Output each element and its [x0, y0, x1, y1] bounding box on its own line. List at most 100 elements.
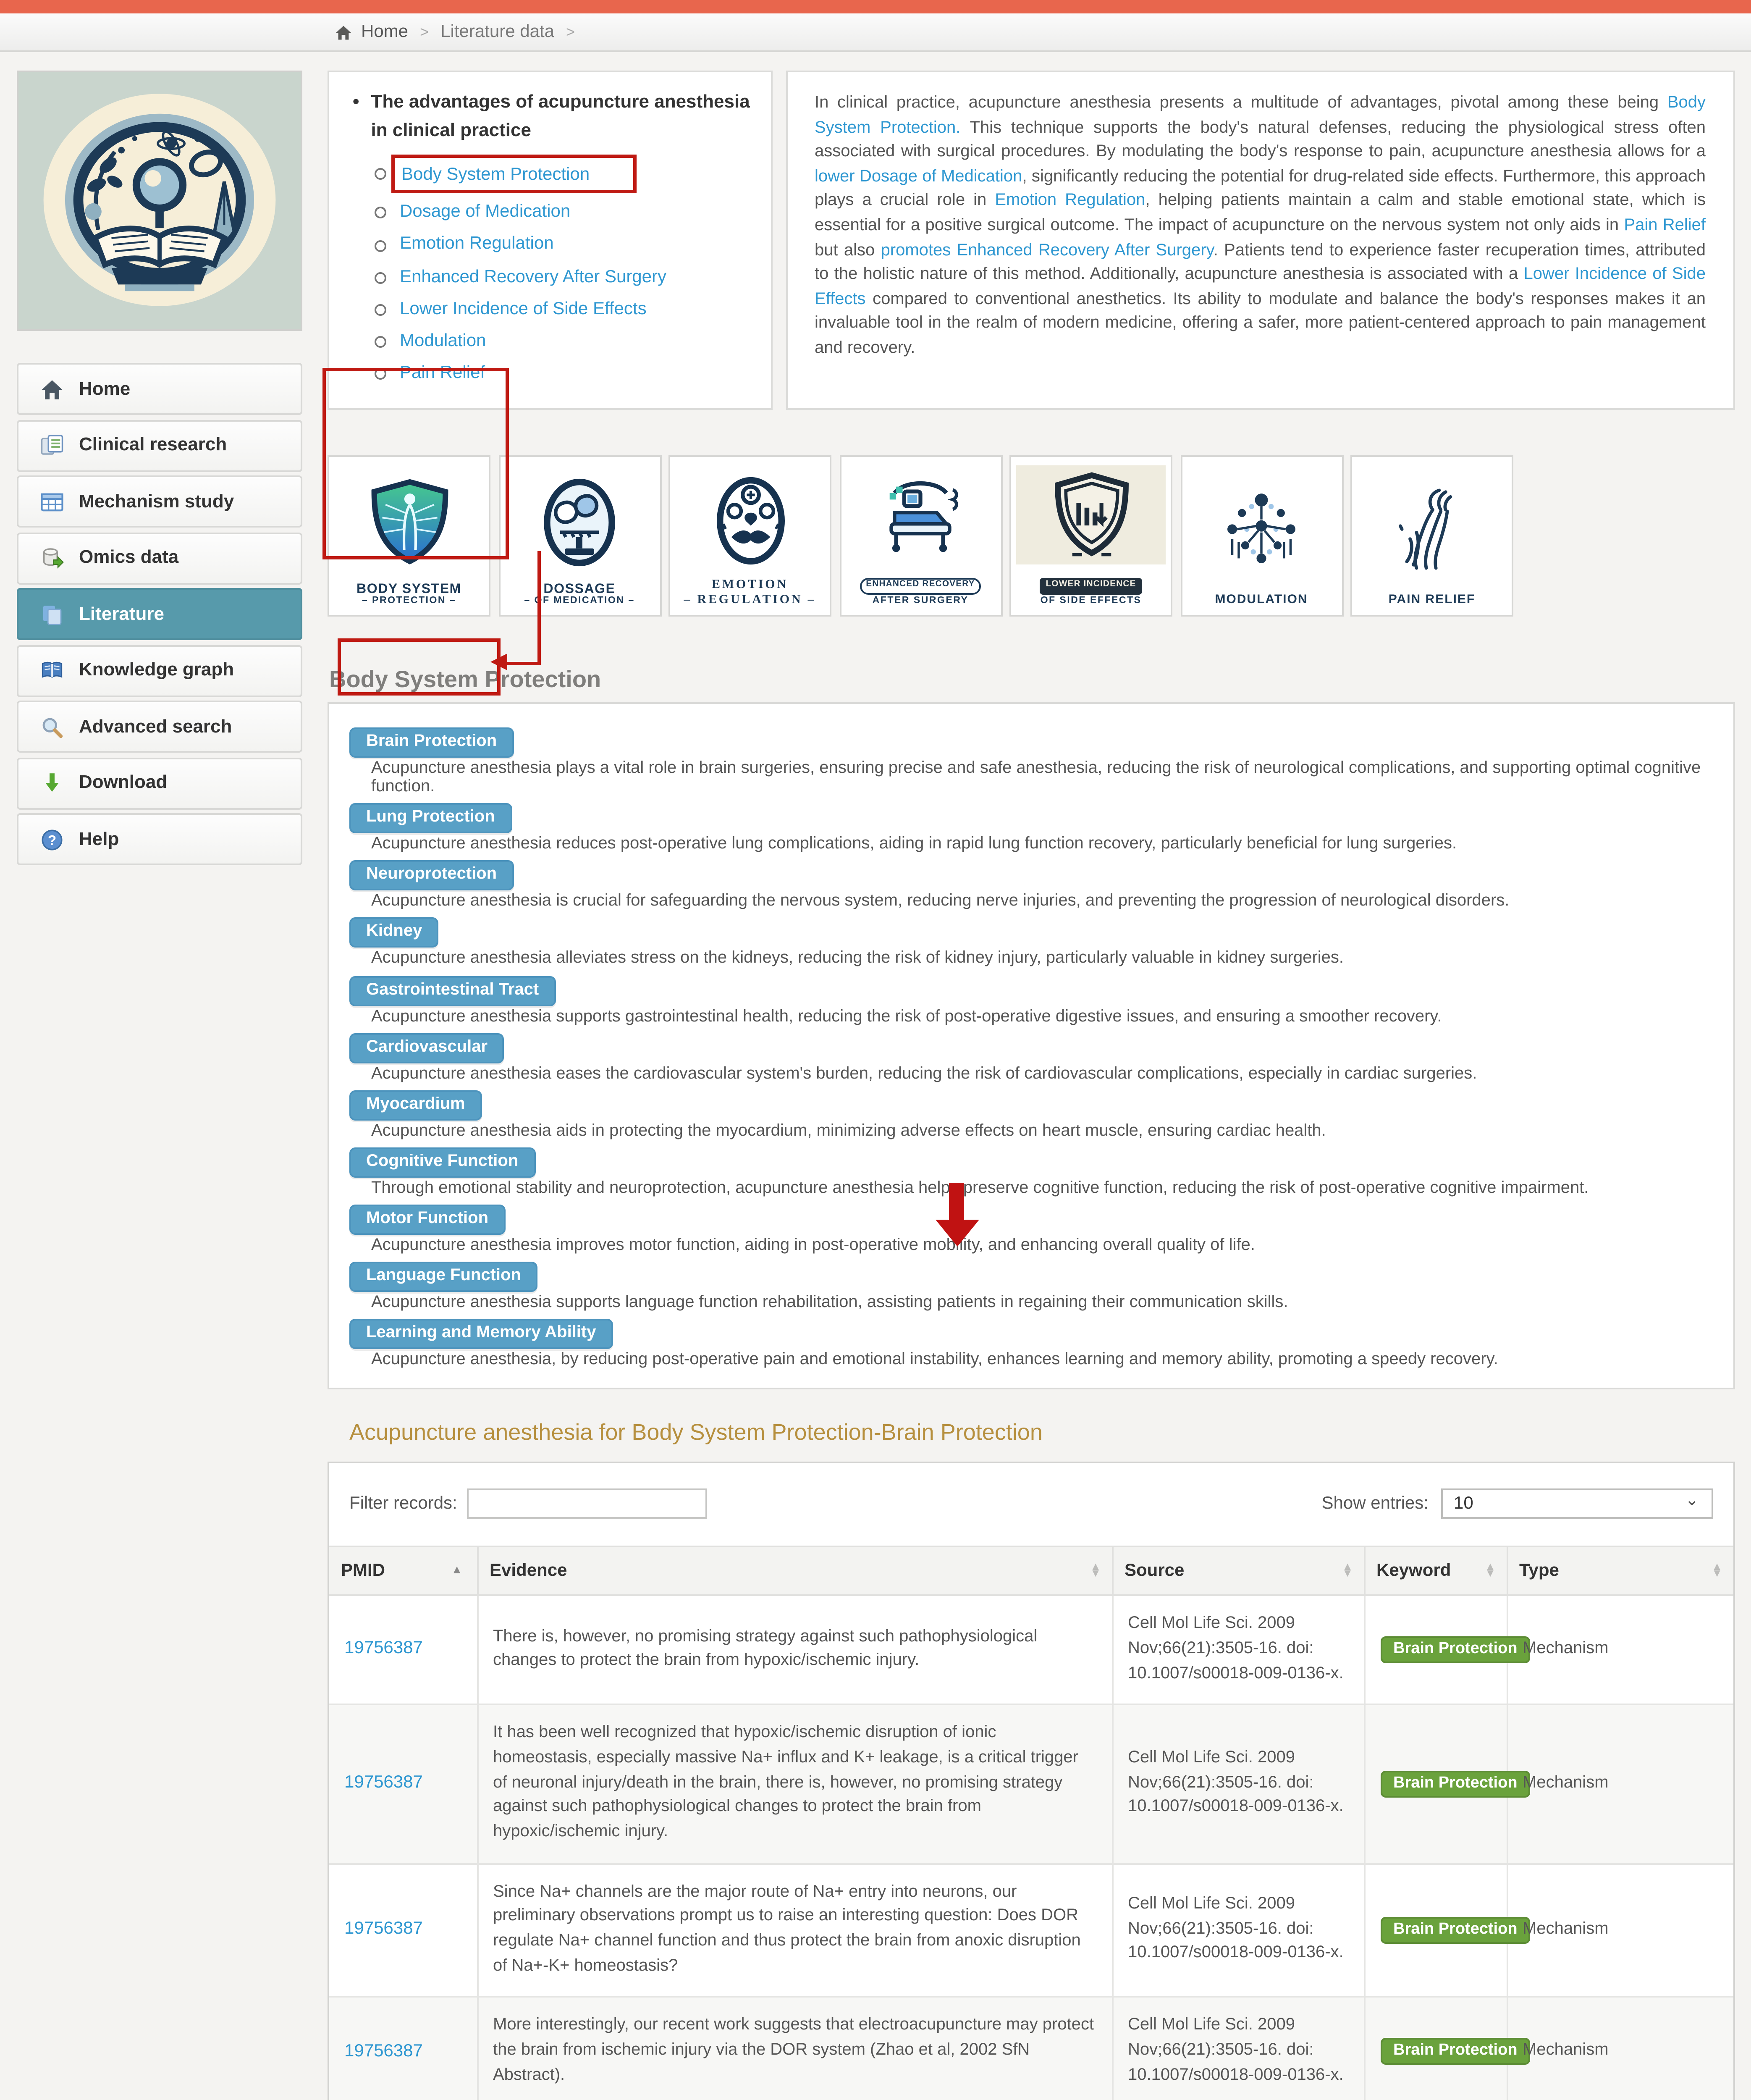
evidence-cell: More interestingly, our recent work sugg… [477, 1998, 1112, 2100]
column-header-label: Source [1125, 1561, 1184, 1581]
advantage-link-emotion-regulation[interactable]: Emotion Regulation [400, 233, 554, 258]
advantage-card-pain-relief[interactable]: PAIN RELIEF [1350, 454, 1513, 616]
sidebar-item-label: Clinical research [79, 435, 227, 455]
pill-scale-icon [505, 465, 654, 581]
advantage-link-row: Pain Relief [375, 362, 754, 387]
tag-button-kidney[interactable]: Kidney [349, 918, 439, 948]
literature-table-panel: Filter records: Show entries: 10 ⌄ PMID▲… [328, 1462, 1734, 2100]
advantage-card--of-medication-[interactable]: DOSSAGE– OF MEDICATION – [498, 454, 661, 616]
advantage-link-lower-incidence-of-side-effects[interactable]: Lower Incidence of Side Effects [400, 297, 647, 323]
pmid-link[interactable]: 19756387 [344, 1638, 423, 1659]
tag-button-neuroprotection[interactable]: Neuroprotection [349, 861, 514, 891]
tag-button-lung-protection[interactable]: Lung Protection [349, 803, 512, 834]
evidence-cell: There is, however, no promising strategy… [477, 1596, 1112, 1705]
advantage-card-after-surgery[interactable]: ENHANCED RECOVERYAFTER SURGERY [839, 454, 1002, 616]
column-header-type[interactable]: Type▲▼ [1507, 1547, 1733, 1596]
keyword-badge[interactable]: Brain Protection [1380, 1637, 1531, 1664]
sidebar-item-literature[interactable]: Literature [17, 588, 302, 640]
sidebar-item-download[interactable]: Download [17, 757, 302, 809]
sidebar-item-mechanism-study[interactable]: Mechanism study [17, 475, 302, 528]
tag-description: Acupuncture anesthesia plays a vital rol… [371, 759, 1712, 798]
advantage-link-row: Enhanced Recovery After Surgery [375, 265, 754, 291]
column-header-label: Type [1519, 1561, 1559, 1581]
advantage-link-pain-relief[interactable]: Pain Relief [400, 362, 485, 387]
card-caption-text: LOWER INCIDENCE [1039, 579, 1143, 596]
intro-text-segment: but also [815, 241, 881, 260]
advantage-link-row: Lower Incidence of Side Effects [375, 297, 754, 323]
advantage-link-row: Emotion Regulation [375, 233, 754, 258]
column-header-evidence[interactable]: Evidence▲▼ [477, 1547, 1112, 1596]
tag-button-learning-and-memory-ability[interactable]: Learning and Memory Ability [349, 1319, 613, 1349]
sidebar-item-clinical-research[interactable]: Clinical research [17, 419, 302, 471]
breadcrumb-current[interactable]: Literature data [440, 22, 554, 42]
table-row: 19756387 More interestingly, our recent w… [329, 1998, 1733, 2100]
intro-inline-link[interactable]: promotes Enhanced Recovery After Surgery [881, 241, 1214, 260]
keyword-badge[interactable]: Brain Protection [1380, 1771, 1531, 1798]
advantage-card-modulation[interactable]: MODULATION [1180, 454, 1343, 616]
home-icon [40, 377, 64, 401]
tag-button-language-function[interactable]: Language Function [349, 1262, 538, 1292]
advantage-link-body-system-protection[interactable]: Body System Protection [401, 165, 590, 185]
tag-button-cardiovascular[interactable]: Cardiovascular [349, 1032, 504, 1063]
sidebar-item-advanced-search[interactable]: Advanced search [17, 701, 302, 753]
tag-pair: Brain ProtectionAcupuncture anesthesia p… [349, 723, 1712, 798]
sidebar-item-label: Help [79, 829, 119, 849]
tag-button-brain-protection[interactable]: Brain Protection [349, 727, 514, 757]
advantage-card--protection-[interactable]: BODY SYSTEM– PROTECTION – [328, 454, 490, 616]
advantage-card-of-side-effects[interactable]: LOWER INCIDENCEOF SIDE EFFECTS [1009, 454, 1172, 616]
source-cell: Cell Mol Life Sci. 2009 Nov;66(21):3505-… [1112, 1705, 1364, 1864]
circle-bullet-icon [375, 304, 386, 316]
card-caption-text: PAIN RELIEF [1389, 593, 1476, 608]
type-cell: Mechanism [1507, 1705, 1733, 1864]
page-body: Home Clinical research Mechanism study Omic… [0, 52, 1751, 2100]
tag-button-gastrointestinal-tract[interactable]: Gastrointestinal Tract [349, 975, 556, 1005]
type-cell: Mechanism [1507, 1864, 1733, 1998]
circle-bullet-icon [375, 207, 386, 219]
advantage-link-modulation[interactable]: Modulation [400, 329, 486, 355]
tag-button-motor-function[interactable]: Motor Function [349, 1205, 505, 1235]
advantage-link-dosage-of-medication[interactable]: Dosage of Medication [400, 200, 570, 226]
intro-inline-link[interactable]: Emotion Regulation [995, 192, 1145, 211]
source-cell: Cell Mol Life Sci. 2009 Nov;66(21):3505-… [1112, 1998, 1364, 2100]
table-row: 19756387 There is, however, no promising … [329, 1596, 1733, 1705]
tag-pair: Lung ProtectionAcupuncture anesthesia re… [349, 800, 1712, 855]
pmid-link[interactable]: 19756387 [344, 1919, 423, 1939]
advantage-link-row: Dosage of Medication [375, 200, 754, 226]
sidebar-item-label: Omics data [79, 548, 178, 568]
advantage-link-enhanced-recovery-after-surgery[interactable]: Enhanced Recovery After Surgery [400, 265, 666, 291]
pain-figure-icon [1357, 465, 1507, 593]
emotion-emblem-icon [675, 465, 825, 578]
column-header-pmid[interactable]: PMID▲ [329, 1547, 477, 1596]
sidebar-item-home[interactable]: Home [17, 363, 302, 415]
main-content: • The advantages of acupuncture anesthes… [328, 71, 1734, 2100]
sort-icons: ▲▼ [1342, 1565, 1353, 1577]
intro-inline-link[interactable]: lower Dosage of Medication [815, 168, 1022, 186]
filter-input[interactable] [467, 1489, 708, 1519]
body-section-heading: Body System Protection [329, 664, 1734, 691]
keyword-badge[interactable]: Brain Protection [1380, 1917, 1531, 1944]
pmid-link[interactable]: 19756387 [344, 2040, 423, 2061]
sidebar-item-knowledge-graph[interactable]: Knowledge graph [17, 644, 302, 696]
table-row: 19756387It has been well recognized that… [329, 1705, 1733, 1864]
breadcrumb-home-link[interactable]: Home [361, 22, 408, 42]
sidebar-item-help[interactable]: ?Help [17, 813, 302, 865]
card-caption-text: DOSSAGE [524, 581, 634, 596]
advantage-card--regulation-[interactable]: EMOTION– REGULATION – [668, 454, 831, 616]
tag-button-cognitive-function[interactable]: Cognitive Function [349, 1147, 535, 1177]
column-header-keyword[interactable]: Keyword▲▼ [1364, 1547, 1507, 1596]
column-header-source[interactable]: Source ▲▼ [1112, 1547, 1364, 1596]
card-caption: BODY SYSTEM– PROTECTION – [356, 581, 461, 607]
circle-bullet-icon [375, 239, 386, 251]
advantage-link-row: Modulation [375, 329, 754, 355]
entries-select[interactable]: 10 ⌄ [1440, 1489, 1712, 1519]
sidebar-item-omics-data[interactable]: Omics data [17, 532, 302, 584]
pmid-link[interactable]: 19756387 [344, 1772, 423, 1793]
keyword-badge[interactable]: Brain Protection [1380, 2039, 1531, 2066]
mechanism-study-icon [40, 490, 64, 513]
table-body: 19756387 There is, however, no promising … [329, 1596, 1733, 2100]
keyword-cell: Brain Protection [1364, 1596, 1507, 1705]
card-caption: DOSSAGE– OF MEDICATION – [524, 581, 634, 607]
tag-button-myocardium[interactable]: Myocardium [349, 1090, 482, 1120]
intro-inline-link[interactable]: Pain Relief [1624, 217, 1706, 235]
tag-pair: Cognitive FunctionThrough emotional stab… [349, 1144, 1712, 1198]
